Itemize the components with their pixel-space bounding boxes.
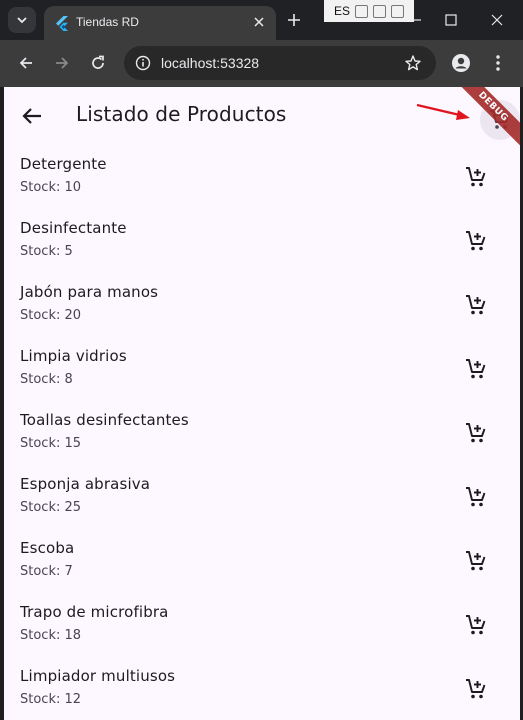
list-item[interactable]: Escoba Stock: 7: [4, 529, 520, 593]
back-arrow-icon[interactable]: [17, 54, 35, 72]
product-name: Desinfectante: [20, 219, 127, 237]
list-item[interactable]: Detergente Stock: 10: [4, 145, 520, 209]
add-to-cart-button[interactable]: [456, 285, 496, 325]
product-name: Detergente: [20, 155, 107, 173]
add-to-cart-button[interactable]: [456, 221, 496, 261]
annotation-arrow: [416, 103, 470, 120]
add-to-cart-button[interactable]: [456, 477, 496, 517]
product-name: Toallas desinfectantes: [20, 411, 189, 429]
ime-mode-icon[interactable]: [355, 4, 369, 18]
product-stock: Stock: 7: [20, 564, 73, 579]
product-name: Escoba: [20, 539, 75, 557]
url-text[interactable]: localhost:53328: [161, 55, 259, 71]
minimize-icon[interactable]: [408, 12, 424, 28]
app-bar: Listado de Productos DEBUG: [4, 87, 520, 152]
maximize-icon[interactable]: [443, 12, 459, 28]
browser-titlebar: Tiendas RD ES: [0, 0, 523, 40]
add-shopping-cart-icon: [466, 167, 486, 187]
close-icon[interactable]: [252, 15, 266, 29]
product-name: Trapo de microfibra: [20, 603, 169, 621]
product-stock: Stock: 10: [20, 180, 82, 195]
new-tab-icon[interactable]: [286, 12, 302, 28]
add-shopping-cart-icon: [466, 679, 486, 699]
product-stock: Stock: 18: [20, 628, 82, 643]
list-item[interactable]: Limpia vidrios Stock: 8: [4, 337, 520, 401]
list-item[interactable]: Esponja abrasiva Stock: 25: [4, 465, 520, 529]
back-arrow-icon[interactable]: [16, 100, 48, 132]
bookmark-star-icon[interactable]: [404, 54, 422, 72]
forward-arrow-icon[interactable]: [53, 54, 71, 72]
product-stock: Stock: 25: [20, 500, 82, 515]
add-to-cart-button[interactable]: [456, 669, 496, 709]
product-name: Limpiador multiusos: [20, 667, 176, 685]
ime-language[interactable]: ES: [334, 4, 350, 18]
product-stock: Stock: 5: [20, 244, 73, 259]
tab-title: Tiendas RD: [76, 15, 139, 29]
product-list: Detergente Stock: 10 Desinfectante Stock…: [4, 145, 520, 720]
keyboard-icon[interactable]: [373, 4, 387, 18]
add-to-cart-button[interactable]: [456, 349, 496, 389]
add-shopping-cart-icon: [466, 423, 486, 443]
tab-search-button[interactable]: [8, 7, 36, 33]
add-to-cart-button[interactable]: [456, 541, 496, 581]
add-shopping-cart-icon: [466, 359, 486, 379]
list-item[interactable]: Desinfectante Stock: 5: [4, 209, 520, 273]
list-item[interactable]: Jabón para manos Stock: 20: [4, 273, 520, 337]
add-shopping-cart-icon: [466, 231, 486, 251]
product-stock: Stock: 8: [20, 372, 73, 387]
add-shopping-cart-icon: [466, 487, 486, 507]
flutter-icon: [56, 16, 68, 31]
app-viewport: Listado de Productos DEBUG Detergente St…: [4, 87, 520, 720]
add-to-cart-button[interactable]: [456, 157, 496, 197]
add-shopping-cart-icon: [466, 551, 486, 571]
more-vert-icon[interactable]: [490, 53, 506, 73]
profile-icon[interactable]: [451, 53, 471, 73]
browser-toolbar: localhost:53328: [0, 40, 523, 87]
product-stock: Stock: 12: [20, 692, 82, 707]
site-info-icon[interactable]: [135, 55, 151, 71]
add-to-cart-button[interactable]: [456, 413, 496, 453]
reload-icon[interactable]: [89, 54, 107, 72]
browser-tab[interactable]: Tiendas RD: [44, 6, 276, 40]
ime-options-icon[interactable]: [391, 4, 405, 18]
add-shopping-cart-icon: [466, 295, 486, 315]
window-close-icon[interactable]: [489, 12, 505, 28]
add-shopping-cart-icon: [466, 615, 486, 635]
add-to-cart-button[interactable]: [456, 605, 496, 645]
chevron-down-icon: [17, 17, 27, 24]
product-name: Esponja abrasiva: [20, 475, 151, 493]
product-name: Limpia vidrios: [20, 347, 127, 365]
page-title: Listado de Productos: [76, 102, 287, 126]
list-item[interactable]: Trapo de microfibra Stock: 18: [4, 593, 520, 657]
product-name: Jabón para manos: [20, 283, 159, 301]
address-bar[interactable]: localhost:53328: [124, 46, 436, 80]
list-item[interactable]: Toallas desinfectantes Stock: 15: [4, 401, 520, 465]
product-stock: Stock: 15: [20, 436, 82, 451]
ime-toolbar: ES: [324, 0, 414, 22]
product-stock: Stock: 20: [20, 308, 82, 323]
list-item[interactable]: Limpiador multiusos Stock: 12: [4, 657, 520, 720]
